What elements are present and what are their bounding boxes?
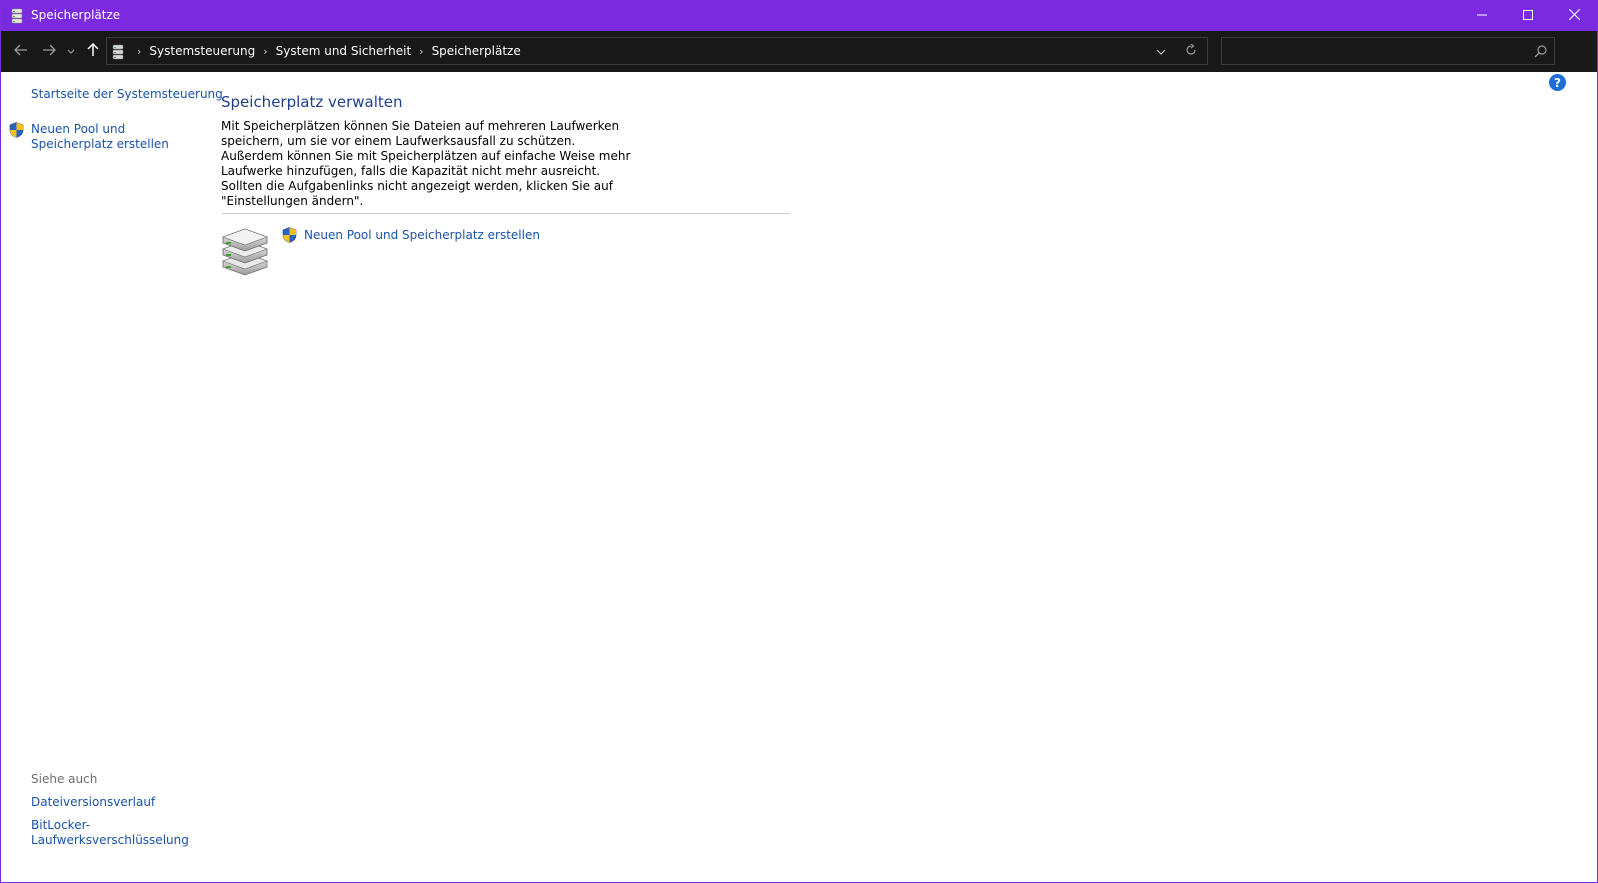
- recent-locations-button[interactable]: [64, 41, 78, 61]
- refresh-icon: [1185, 43, 1197, 59]
- storage-spaces-icon: [112, 44, 124, 60]
- page-title: Speicherplatz verwalten: [221, 93, 403, 111]
- chevron-down-icon: [1156, 44, 1166, 58]
- navigation-bar: › Systemsteuerung › System und Sicherhei…: [1, 31, 1597, 72]
- address-bar[interactable]: › Systemsteuerung › System und Sicherhei…: [106, 37, 1208, 65]
- file-history-link[interactable]: Dateiversionsverlauf: [31, 795, 155, 810]
- window: Speicherplätze › Systemsteuerung › Syste…: [0, 0, 1598, 883]
- maximize-icon: [1523, 9, 1533, 23]
- close-button[interactable]: [1551, 1, 1597, 31]
- see-also-heading: Siehe auch: [31, 772, 98, 786]
- chevron-right-icon[interactable]: ›: [419, 45, 423, 58]
- search-icon[interactable]: [1534, 44, 1548, 58]
- storage-pool-drives-icon: [219, 225, 271, 277]
- arrow-up-icon: [87, 42, 99, 60]
- address-history-button[interactable]: [1153, 43, 1169, 59]
- forward-button[interactable]: [39, 41, 59, 61]
- chevron-right-icon[interactable]: ›: [263, 45, 267, 58]
- search-box[interactable]: [1221, 37, 1555, 65]
- breadcrumb-item-speicherplaetze[interactable]: Speicherplätze: [432, 44, 521, 58]
- arrow-left-icon: [14, 44, 28, 59]
- breadcrumb-item-systemsteuerung[interactable]: Systemsteuerung: [149, 44, 255, 58]
- minimize-button[interactable]: [1459, 1, 1505, 31]
- divider: [222, 213, 790, 214]
- uac-shield-icon: [9, 122, 24, 138]
- minimize-icon: [1477, 9, 1487, 23]
- up-button[interactable]: [83, 41, 103, 61]
- create-new-pool-link[interactable]: Neuen Pool und Speicherplatz erstellen: [31, 122, 201, 152]
- storage-spaces-icon: [11, 8, 23, 24]
- create-new-pool-task-link[interactable]: Neuen Pool und Speicherplatz erstellen: [304, 228, 540, 243]
- refresh-button[interactable]: [1183, 43, 1199, 59]
- window-title: Speicherplätze: [31, 8, 121, 22]
- chevron-down-icon: [67, 44, 75, 58]
- control-panel-home-link[interactable]: Startseite der Systemsteuerung: [31, 87, 223, 102]
- search-input[interactable]: [1222, 38, 1522, 64]
- maximize-button[interactable]: [1505, 1, 1551, 31]
- chevron-right-icon[interactable]: ›: [137, 45, 141, 58]
- page-description: Mit Speicherplätzen können Sie Dateien a…: [221, 119, 631, 208]
- arrow-right-icon: [42, 44, 56, 59]
- breadcrumb-item-system-und-sicherheit[interactable]: System und Sicherheit: [276, 44, 412, 58]
- left-pane: Startseite der Systemsteuerung Neuen Poo…: [1, 72, 223, 883]
- title-bar[interactable]: Speicherplätze: [1, 1, 1597, 31]
- breadcrumb: › Systemsteuerung › System und Sicherhei…: [129, 38, 521, 64]
- help-icon[interactable]: ?: [1549, 74, 1566, 91]
- close-icon: [1568, 8, 1580, 23]
- back-button[interactable]: [11, 41, 31, 61]
- bitlocker-link[interactable]: BitLocker-Laufwerksverschlüsselung: [31, 818, 191, 848]
- uac-shield-icon: [282, 227, 297, 243]
